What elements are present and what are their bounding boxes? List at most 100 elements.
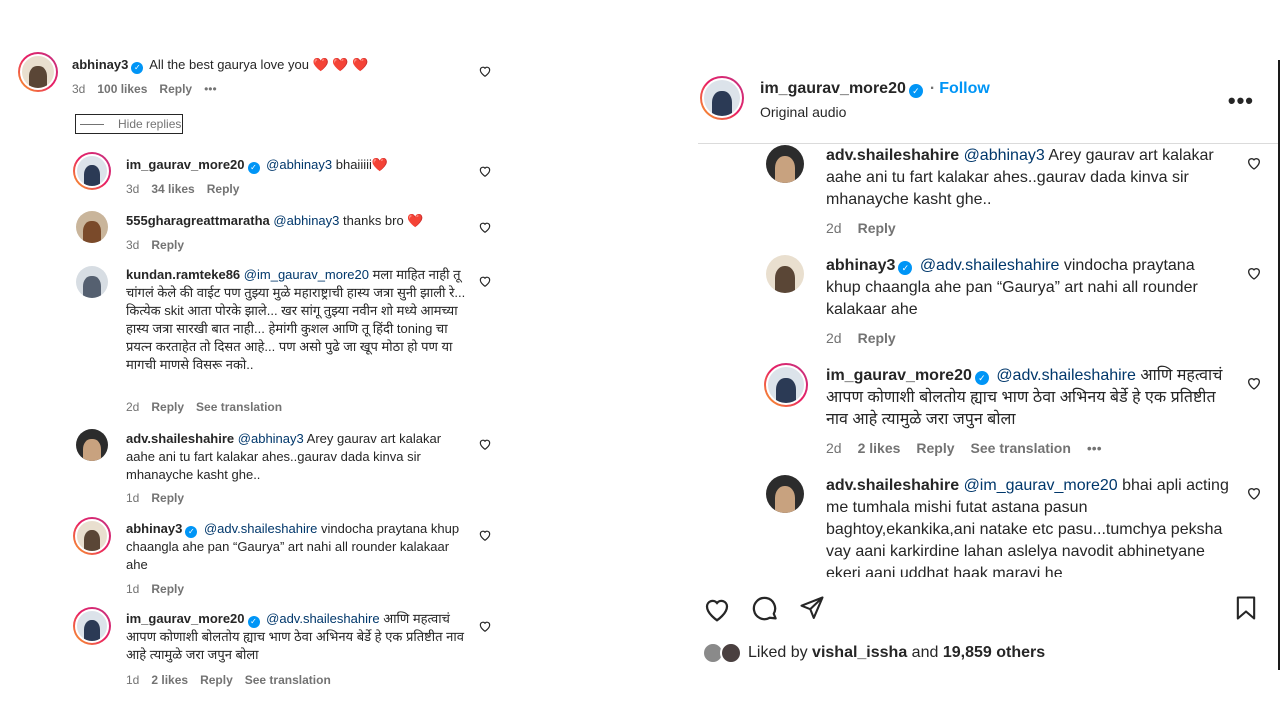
heart-emoji: ❤️ <box>407 213 424 228</box>
heart-outline-icon[interactable] <box>702 594 732 624</box>
heart-outline-icon[interactable] <box>478 64 492 78</box>
see-translation-link[interactable]: See translation <box>245 673 331 687</box>
comment-text: im_gaurav_more20 ✓ @abhinay3 bhaiiiii❤️ <box>126 157 389 174</box>
verified-badge-icon: ✓ <box>247 616 260 628</box>
heart-outline-icon[interactable] <box>1246 485 1262 501</box>
comment-icon[interactable] <box>750 594 780 624</box>
see-translation-link[interactable]: See translation <box>196 400 282 414</box>
send-icon[interactable] <box>798 594 826 622</box>
avatar[interactable] <box>764 363 808 407</box>
mention-link[interactable]: @adv.shaileshahire <box>996 367 1136 384</box>
avatar[interactable] <box>73 152 111 190</box>
reply-button[interactable]: Reply <box>858 330 896 346</box>
comment-username[interactable]: im_gaurav_more20 <box>826 367 972 384</box>
comment-username[interactable]: abhinay3 <box>126 521 182 536</box>
bookmark-icon[interactable] <box>1232 594 1260 622</box>
heart-outline-icon[interactable] <box>478 528 492 542</box>
comment-text: 555gharagreattmaratha @abhinay3 thanks b… <box>126 213 424 228</box>
comment-username[interactable]: im_gaurav_more20 <box>126 611 245 626</box>
heart-outline-icon[interactable] <box>478 164 492 178</box>
mention-link[interactable]: @adv.shaileshahire <box>204 521 317 536</box>
post-author-avatar[interactable] <box>700 76 744 120</box>
comment-time: 3d <box>72 82 86 96</box>
original-audio-link[interactable]: Original audio <box>760 104 846 120</box>
comment-likes[interactable]: 2 likes <box>858 440 901 456</box>
comment-meta: 3d Reply <box>126 238 196 252</box>
comment-text: im_gaurav_more20 ✓ @adv.shaileshahire आणि… <box>126 611 464 662</box>
comment-likes[interactable]: 100 likes <box>97 82 147 96</box>
reply-button[interactable]: Reply <box>916 440 954 456</box>
mention-link[interactable]: @abhinay3 <box>964 147 1045 164</box>
likes-count[interactable]: 19,859 others <box>943 644 1045 661</box>
heart-outline-icon[interactable] <box>478 274 492 288</box>
comment-username[interactable]: 555gharagreattmaratha <box>126 213 270 228</box>
comment-meta: 2d Reply <box>826 220 912 236</box>
comment-username[interactable]: adv.shaileshahire <box>126 431 234 446</box>
avatar[interactable] <box>76 266 108 298</box>
comment-time: 3d <box>126 238 140 252</box>
avatar[interactable] <box>73 517 111 555</box>
heart-outline-icon[interactable] <box>478 619 492 633</box>
comment-username[interactable]: im_gaurav_more20 <box>126 157 245 172</box>
comment-time: 3d <box>126 182 140 196</box>
avatar[interactable] <box>76 211 108 243</box>
comments-scroll-area[interactable]: adv.shaileshahire @abhinay3 Arey gaurav … <box>698 145 1280 577</box>
comment-username[interactable]: kundan.ramteke86 <box>126 267 240 282</box>
hide-replies-button[interactable]: Hide replies <box>75 114 183 134</box>
comment-username[interactable]: abhinay3 <box>72 57 128 72</box>
heart-outline-icon[interactable] <box>478 437 492 451</box>
comment-meta: 3d 34 likes Reply <box>126 182 251 196</box>
reply-button[interactable]: Reply <box>151 400 184 414</box>
comment-time: 1d <box>126 673 140 687</box>
comment-likes[interactable]: 34 likes <box>151 182 194 196</box>
reply-button[interactable]: Reply <box>207 182 240 196</box>
avatar[interactable] <box>766 255 804 293</box>
more-options-icon[interactable]: ••• <box>1228 88 1254 114</box>
comment-username[interactable]: adv.shaileshahire <box>826 147 959 164</box>
comment-text: adv.shaileshahire @abhinay3 Arey gaurav … <box>126 431 442 482</box>
post-author-line: im_gaurav_more20 ✓ · Follow <box>760 80 990 98</box>
mention-link[interactable]: @im_gaurav_more20 <box>244 267 369 282</box>
heart-outline-icon[interactable] <box>1246 155 1262 171</box>
reply-button[interactable]: Reply <box>151 491 184 505</box>
mention-link[interactable]: @adv.shaileshahire <box>266 611 379 626</box>
comment-username[interactable]: adv.shaileshahire <box>826 477 959 494</box>
more-options-icon[interactable]: ••• <box>1087 440 1102 456</box>
see-translation-link[interactable]: See translation <box>971 440 1071 456</box>
avatar[interactable] <box>76 429 108 461</box>
comment-likes[interactable]: 2 likes <box>151 673 188 687</box>
heart-outline-icon[interactable] <box>1246 375 1262 391</box>
post-author-username[interactable]: im_gaurav_more20 <box>760 80 906 97</box>
comment-text: im_gaurav_more20 ✓ @adv.shaileshahire आणि… <box>826 367 1223 428</box>
comment-time: 1d <box>126 582 140 596</box>
comment-username[interactable]: abhinay3 <box>826 257 895 274</box>
mention-link[interactable]: @abhinay3 <box>266 157 332 172</box>
liked-by-user[interactable]: vishal_issha <box>812 644 907 661</box>
avatar[interactable] <box>73 607 111 645</box>
mention-link[interactable]: @adv.shaileshahire <box>920 257 1060 274</box>
mention-link[interactable]: @abhinay3 <box>273 213 339 228</box>
reply-button[interactable]: Reply <box>151 238 184 252</box>
comment-meta: 2d Reply <box>826 330 912 346</box>
post-header: im_gaurav_more20 ✓ · Follow Original audio … <box>698 60 1280 144</box>
more-options-icon[interactable]: ••• <box>204 82 217 96</box>
mention-link[interactable]: @abhinay3 <box>238 431 304 446</box>
reply-button[interactable]: Reply <box>858 220 896 236</box>
comment-time: 2d <box>826 440 842 456</box>
follow-button[interactable]: Follow <box>939 80 990 97</box>
avatar[interactable] <box>766 145 804 183</box>
reply-button[interactable]: Reply <box>159 82 192 96</box>
avatar[interactable] <box>18 52 58 92</box>
heart-outline-icon[interactable] <box>478 220 492 234</box>
comment-text: abhinay3 ✓ @adv.shaileshahire vindocha pr… <box>826 257 1198 318</box>
comment-meta: 1d Reply <box>126 582 196 596</box>
comment-text: kundan.ramteke86 @im_gaurav_more20 मला म… <box>126 267 466 372</box>
avatar[interactable] <box>766 475 804 513</box>
reply-button[interactable]: Reply <box>151 582 184 596</box>
heart-emoji: ❤️ <box>371 157 389 172</box>
reply-button[interactable]: Reply <box>200 673 233 687</box>
liker-avatar[interactable] <box>720 642 742 664</box>
heart-outline-icon[interactable] <box>1246 265 1262 281</box>
comment-meta: 1d 2 likes Reply See translation <box>126 673 343 687</box>
mention-link[interactable]: @im_gaurav_more20 <box>964 477 1118 494</box>
